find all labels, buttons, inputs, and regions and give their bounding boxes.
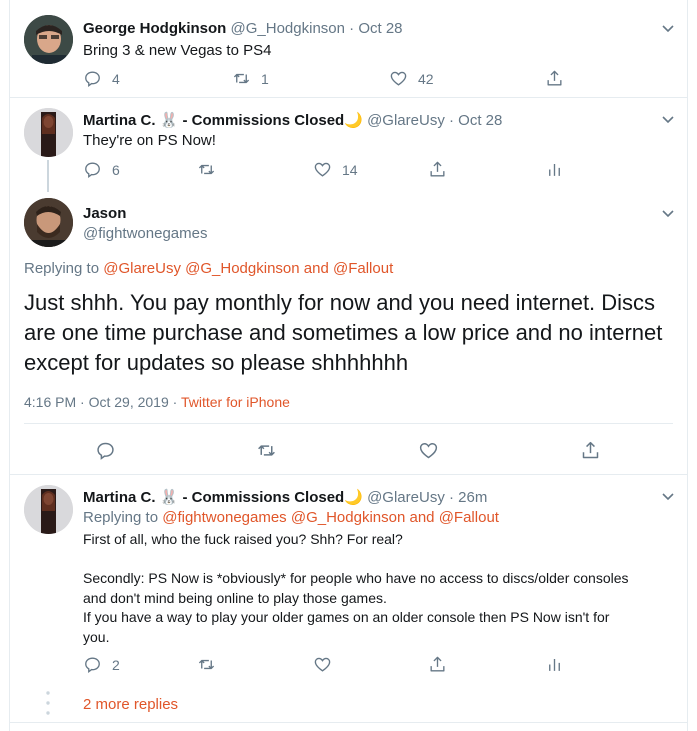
reply-icon <box>85 657 100 673</box>
retweet-icon <box>233 73 250 84</box>
replying-to: Replying to @fightwonegames @G_Hodgkinso… <box>83 509 499 526</box>
mention-link[interactable]: @G_Hodgkinson <box>291 509 405 526</box>
analytics-icon <box>549 163 560 176</box>
author-handle[interactable]: @G_Hodgkinson <box>231 20 345 37</box>
analytics-icon <box>549 658 560 671</box>
reply-icon <box>85 162 100 178</box>
retweet-icon <box>258 445 275 456</box>
share-icon <box>430 656 445 672</box>
reply-count: 2 <box>112 656 120 673</box>
reply-button[interactable]: 6 <box>83 160 120 179</box>
mention-link[interactable]: @Fallout <box>333 260 393 277</box>
author-handle[interactable]: @fightwonegames <box>83 225 207 242</box>
replying-to: Replying to @GlareUsy @G_Hodgkinson and … <box>24 260 394 277</box>
retweet-button[interactable]: 1 <box>232 69 269 88</box>
heart-icon <box>314 657 331 672</box>
reply-count: 4 <box>112 70 120 87</box>
author-name[interactable]: Jason <box>83 205 126 222</box>
heart-icon <box>419 443 438 459</box>
share-button[interactable] <box>580 440 601 461</box>
tweet-meta: 4:16 PM · Oct 29, 2019 · Twitter for iPh… <box>24 394 290 410</box>
divider <box>24 423 673 424</box>
avatar[interactable] <box>24 198 73 247</box>
heart-icon <box>314 162 331 177</box>
author-handle[interactable]: @GlareUsy <box>367 489 445 506</box>
tweet-timestamp[interactable]: 4:16 PM · Oct 29, 2019 <box>24 394 169 410</box>
author-name[interactable]: Martina C. 🐰 - Commissions Closed🌙 <box>83 489 363 506</box>
chevron-down-icon[interactable] <box>660 205 676 221</box>
author-name[interactable]: George Hodgkinson <box>83 20 226 37</box>
mention-link[interactable]: @fightwonegames <box>162 509 286 526</box>
divider <box>9 474 688 475</box>
tweet-source[interactable]: Twitter for iPhone <box>181 394 290 410</box>
reply-count: 6 <box>112 161 120 178</box>
reply-button[interactable]: 4 <box>83 69 120 88</box>
like-button[interactable]: 14 <box>313 160 358 179</box>
like-button[interactable]: 42 <box>389 69 434 88</box>
reply-icon <box>85 71 100 87</box>
share-icon <box>582 441 599 459</box>
author-name[interactable]: Martina C. 🐰 - Commissions Closed🌙 <box>83 112 363 129</box>
share-icon <box>547 70 562 86</box>
chevron-down-icon[interactable] <box>660 20 676 36</box>
share-button[interactable] <box>545 69 564 88</box>
share-button[interactable] <box>428 655 447 674</box>
reply-button[interactable] <box>95 440 116 461</box>
mention-link[interactable]: @G_Hodgkinson <box>185 260 299 277</box>
tweet-text: They're on PS Now! <box>83 132 216 149</box>
tweet-text: Just shhh. You pay monthly for now and y… <box>24 290 663 375</box>
tweet-text: First of all, who the fuck raised you? S… <box>83 531 629 645</box>
share-button[interactable] <box>428 160 447 179</box>
avatar[interactable] <box>24 15 73 64</box>
analytics-button[interactable] <box>545 655 564 674</box>
retweet-count: 1 <box>261 70 269 87</box>
mention-link[interactable]: @GlareUsy <box>103 260 181 277</box>
chevron-down-icon[interactable] <box>660 488 676 504</box>
reply-button[interactable]: 2 <box>83 655 120 674</box>
heart-icon <box>390 71 407 86</box>
retweet-button[interactable] <box>256 440 277 461</box>
retweet-button[interactable] <box>197 655 216 674</box>
avatar[interactable] <box>24 485 73 534</box>
more-dots-icon <box>46 691 50 715</box>
mention-link[interactable]: @Fallout <box>439 509 499 526</box>
tweet-text: Bring 3 & new Vegas to PS4 <box>83 42 272 59</box>
retweet-icon <box>198 164 215 175</box>
chevron-down-icon[interactable] <box>660 111 676 127</box>
like-count: 14 <box>342 161 358 178</box>
more-replies-link[interactable]: 2 more replies <box>83 696 178 713</box>
tweet-time[interactable]: Oct 28 <box>458 112 502 129</box>
avatar[interactable] <box>24 108 73 157</box>
tweet-time[interactable]: 26m <box>458 489 487 506</box>
divider <box>9 722 688 723</box>
divider <box>9 97 688 98</box>
retweet-icon <box>198 659 215 670</box>
like-count: 42 <box>418 70 434 87</box>
reply-icon <box>97 442 114 460</box>
analytics-button[interactable] <box>545 160 564 179</box>
like-button[interactable] <box>418 440 439 461</box>
share-icon <box>430 161 445 177</box>
like-button[interactable] <box>313 655 332 674</box>
tweet-time[interactable]: Oct 28 <box>358 20 402 37</box>
retweet-button[interactable] <box>197 160 226 179</box>
thread-line <box>47 160 49 192</box>
author-handle[interactable]: @GlareUsy <box>367 112 445 129</box>
